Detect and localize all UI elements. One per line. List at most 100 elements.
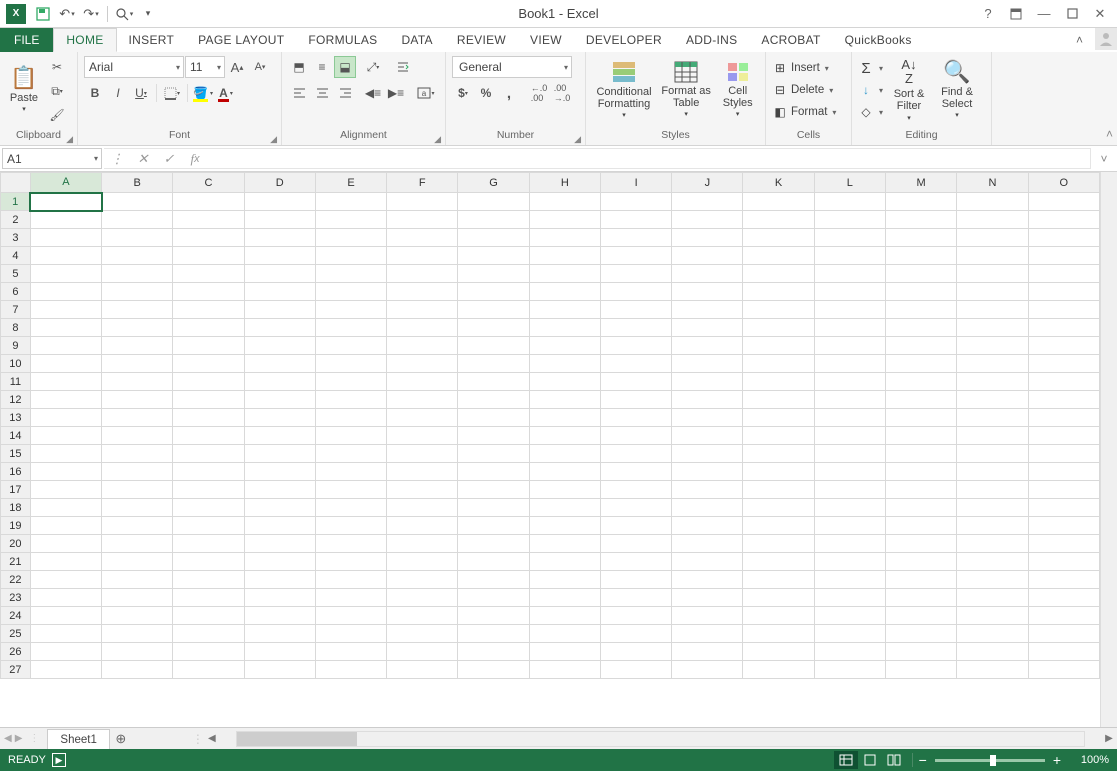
cell-J11[interactable] — [672, 373, 743, 391]
qat-customize-button[interactable]: ▾ — [137, 3, 159, 25]
cell-I25[interactable] — [600, 625, 671, 643]
cell-N7[interactable] — [957, 301, 1028, 319]
cell-J7[interactable] — [672, 301, 743, 319]
sheet-nav-prev[interactable]: ◀ — [4, 733, 12, 744]
cell-O25[interactable] — [1028, 625, 1099, 643]
font-dialog-launcher[interactable]: ◢ — [270, 134, 277, 145]
cell-A21[interactable] — [30, 553, 101, 571]
save-button[interactable] — [32, 3, 54, 25]
cell-G27[interactable] — [458, 661, 529, 679]
cell-D26[interactable] — [244, 643, 315, 661]
cell-O23[interactable] — [1028, 589, 1099, 607]
cell-I3[interactable] — [600, 229, 671, 247]
cell-N12[interactable] — [957, 391, 1028, 409]
cell-N15[interactable] — [957, 445, 1028, 463]
collapse-ribbon-button[interactable]: ˄ — [1068, 28, 1091, 52]
tab-page-layout[interactable]: PAGE LAYOUT — [186, 28, 296, 52]
tab-view[interactable]: VIEW — [518, 28, 574, 52]
cell-A16[interactable] — [30, 463, 101, 481]
cell-H25[interactable] — [529, 625, 600, 643]
cell-K3[interactable] — [743, 229, 814, 247]
col-header-F[interactable]: F — [387, 173, 458, 193]
col-header-D[interactable]: D — [244, 173, 315, 193]
cell-B27[interactable] — [102, 661, 173, 679]
cell-O6[interactable] — [1028, 283, 1099, 301]
cell-D20[interactable] — [244, 535, 315, 553]
cell-B4[interactable] — [102, 247, 173, 265]
cell-M12[interactable] — [885, 391, 956, 409]
cell-K7[interactable] — [743, 301, 814, 319]
cell-L14[interactable] — [814, 427, 885, 445]
cell-H14[interactable] — [529, 427, 600, 445]
cell-L16[interactable] — [814, 463, 885, 481]
cell-I18[interactable] — [600, 499, 671, 517]
cell-B24[interactable] — [102, 607, 173, 625]
cell-J12[interactable] — [672, 391, 743, 409]
cell-I12[interactable] — [600, 391, 671, 409]
cell-E7[interactable] — [315, 301, 386, 319]
cell-F1[interactable] — [387, 193, 458, 211]
cell-B19[interactable] — [102, 517, 173, 535]
row-header-8[interactable]: 8 — [1, 319, 31, 337]
cell-H20[interactable] — [529, 535, 600, 553]
sheet-tab-1[interactable]: Sheet1 — [47, 729, 109, 749]
cell-N24[interactable] — [957, 607, 1028, 625]
row-header-2[interactable]: 2 — [1, 211, 31, 229]
cell-D15[interactable] — [244, 445, 315, 463]
cell-F7[interactable] — [387, 301, 458, 319]
cell-M23[interactable] — [885, 589, 956, 607]
cell-L18[interactable] — [814, 499, 885, 517]
cell-C3[interactable] — [173, 229, 244, 247]
cell-N22[interactable] — [957, 571, 1028, 589]
cell-B8[interactable] — [102, 319, 173, 337]
formula-input[interactable] — [208, 148, 1091, 169]
cell-F19[interactable] — [387, 517, 458, 535]
cell-L23[interactable] — [814, 589, 885, 607]
number-dialog-launcher[interactable]: ◢ — [574, 134, 581, 145]
cell-L21[interactable] — [814, 553, 885, 571]
options-separator-icon[interactable]: ⋮ — [104, 151, 130, 167]
cell-I22[interactable] — [600, 571, 671, 589]
cell-E24[interactable] — [315, 607, 386, 625]
cell-B14[interactable] — [102, 427, 173, 445]
cell-F22[interactable] — [387, 571, 458, 589]
cell-L6[interactable] — [814, 283, 885, 301]
row-header-5[interactable]: 5 — [1, 265, 31, 283]
decrease-font-button[interactable]: A▾ — [249, 56, 271, 78]
cell-K4[interactable] — [743, 247, 814, 265]
cell-L27[interactable] — [814, 661, 885, 679]
underline-button[interactable]: U▾ — [130, 82, 152, 104]
cell-F11[interactable] — [387, 373, 458, 391]
cell-I13[interactable] — [600, 409, 671, 427]
col-header-M[interactable]: M — [885, 173, 956, 193]
cell-O3[interactable] — [1028, 229, 1099, 247]
cell-C17[interactable] — [173, 481, 244, 499]
cell-E1[interactable] — [315, 193, 386, 211]
hscroll-left[interactable]: ◀ — [204, 733, 220, 744]
vertical-scrollbar[interactable] — [1100, 172, 1117, 727]
cell-F12[interactable] — [387, 391, 458, 409]
alignment-dialog-launcher[interactable]: ◢ — [434, 134, 441, 145]
col-header-C[interactable]: C — [173, 173, 244, 193]
cell-K13[interactable] — [743, 409, 814, 427]
cell-G3[interactable] — [458, 229, 529, 247]
grid[interactable]: ABCDEFGHIJKLMNO1234567891011121314151617… — [0, 172, 1100, 727]
cell-A14[interactable] — [30, 427, 101, 445]
tab-formulas[interactable]: FORMULAS — [296, 28, 389, 52]
cell-E19[interactable] — [315, 517, 386, 535]
cell-J17[interactable] — [672, 481, 743, 499]
cell-N3[interactable] — [957, 229, 1028, 247]
clear-button[interactable]: ◇▾ — [858, 102, 883, 122]
cell-K8[interactable] — [743, 319, 814, 337]
cell-K6[interactable] — [743, 283, 814, 301]
cell-M4[interactable] — [885, 247, 956, 265]
cell-N26[interactable] — [957, 643, 1028, 661]
cell-N20[interactable] — [957, 535, 1028, 553]
collapse-ribbon-icon[interactable]: ˄ — [1106, 127, 1113, 141]
cell-J20[interactable] — [672, 535, 743, 553]
cell-N2[interactable] — [957, 211, 1028, 229]
row-header-20[interactable]: 20 — [1, 535, 31, 553]
row-header-27[interactable]: 27 — [1, 661, 31, 679]
cell-C18[interactable] — [173, 499, 244, 517]
cell-H6[interactable] — [529, 283, 600, 301]
